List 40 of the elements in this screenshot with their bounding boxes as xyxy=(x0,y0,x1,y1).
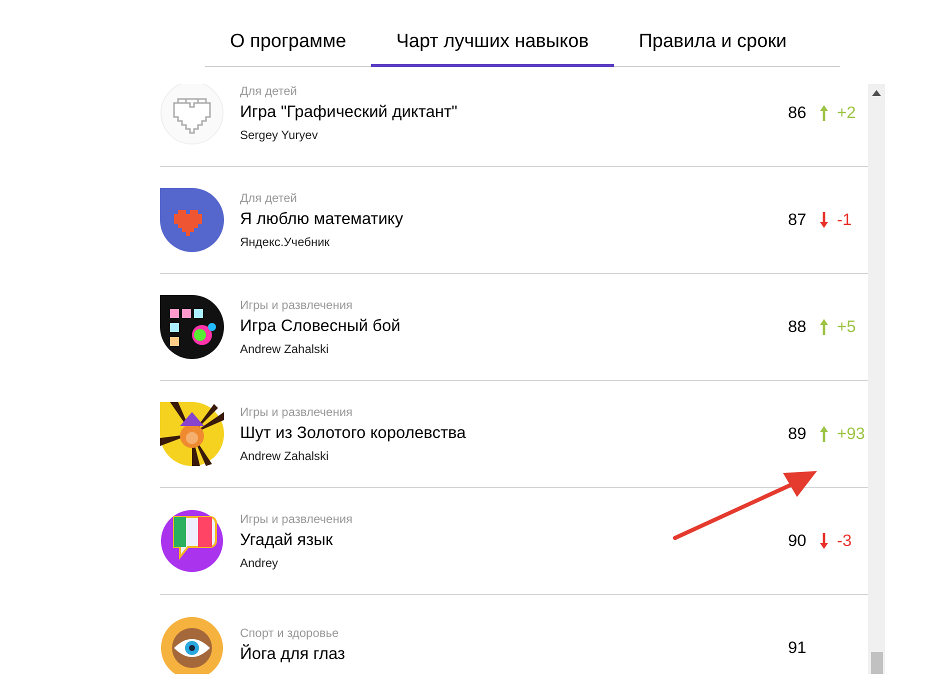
skill-author: Andrey xyxy=(240,556,280,570)
rank-change: +5 xyxy=(837,318,856,336)
skill-category: Для детей xyxy=(240,191,298,205)
jester-icon xyxy=(160,402,224,466)
letter-blocks-icon xyxy=(160,295,224,359)
skill-author: Andrew Zahalski xyxy=(240,449,330,463)
scrollbar-thumb[interactable] xyxy=(870,652,882,674)
rank-number: 90 xyxy=(788,532,808,550)
skill-category: Для детей xyxy=(240,84,298,98)
skill-category: Игры и развлечения xyxy=(240,298,354,312)
skill-category: Игры и развлечения xyxy=(240,405,354,419)
rank-change: +93 xyxy=(837,424,865,444)
speech-bubble-flag-icon xyxy=(160,509,224,573)
scrollbar[interactable] xyxy=(868,84,885,674)
skill-author: Яндекс.Учебник xyxy=(240,235,331,249)
skill-title[interactable]: Шут из Золотого королевства xyxy=(240,424,788,443)
rank-number: 86 xyxy=(788,104,808,122)
skill-title[interactable]: Йога для глаз xyxy=(240,645,788,664)
skill-category: Игры и развлечения xyxy=(240,512,354,526)
skill-title[interactable]: Игра "Графический диктант" xyxy=(240,103,788,122)
skill-title[interactable]: Я люблю математику xyxy=(240,210,788,229)
rank-number: 87 xyxy=(788,210,808,230)
scroll-up-arrow-icon[interactable] xyxy=(872,90,881,96)
skill-author: Sergey Yuryev xyxy=(240,128,319,142)
tab[interactable]: Правила и сроки xyxy=(614,20,812,67)
skill-category: Спорт и здоровье xyxy=(240,626,340,640)
rank-change: -3 xyxy=(837,532,852,550)
skill-title[interactable]: Угадай язык xyxy=(240,531,788,550)
rank-number: 89 xyxy=(788,424,808,444)
rank-change: +2 xyxy=(837,104,856,122)
skill-author: Andrew Zahalski xyxy=(240,342,330,356)
eye-icon xyxy=(160,616,224,674)
pixel-heart-icon xyxy=(160,84,224,145)
rank-number: 91 xyxy=(788,638,808,658)
skill-title[interactable]: Игра Словесный бой xyxy=(240,317,788,336)
tab[interactable]: О программе xyxy=(205,20,372,67)
rank-number: 88 xyxy=(788,318,808,336)
tab[interactable]: Чарт лучших навыков xyxy=(371,20,614,67)
rank-change: -1 xyxy=(837,210,852,230)
pixel-heart-icon xyxy=(160,188,224,252)
